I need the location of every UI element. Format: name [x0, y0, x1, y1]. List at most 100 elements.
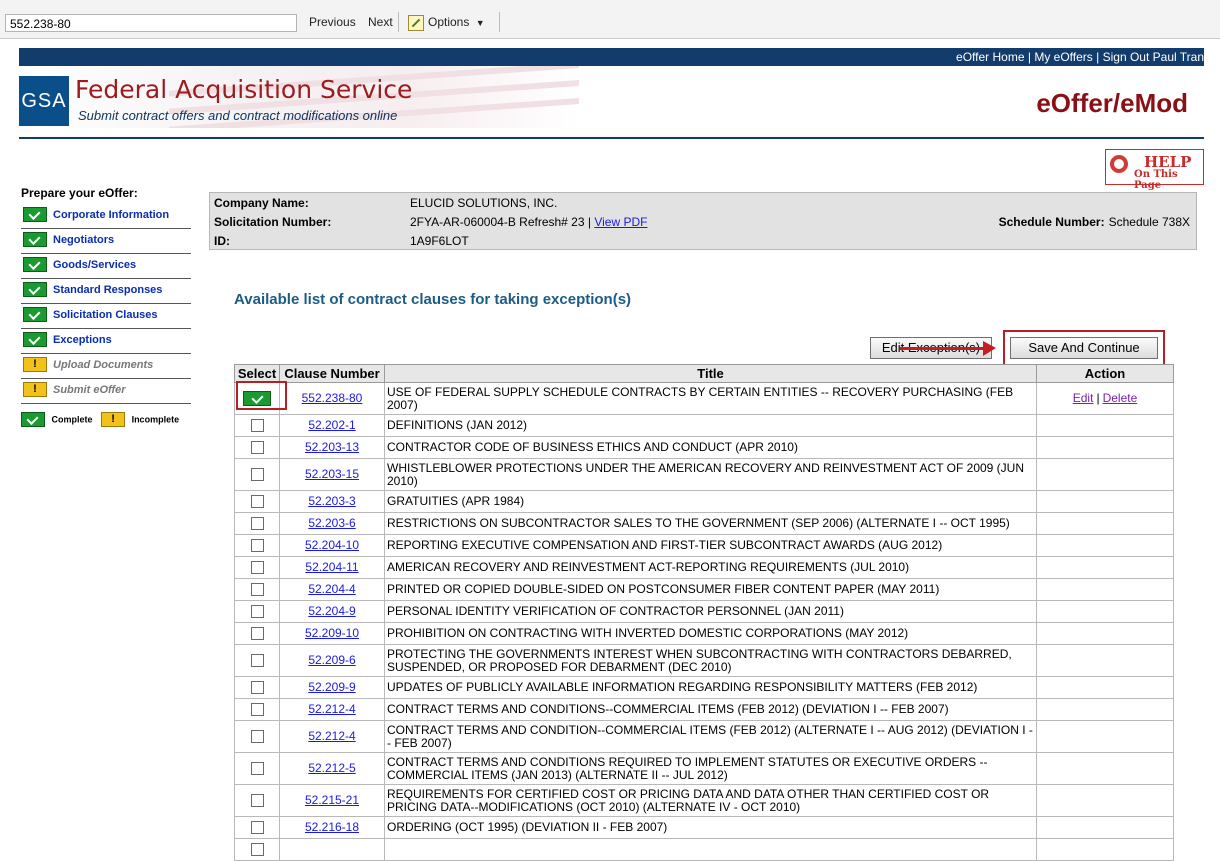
check-icon [23, 257, 47, 272]
my-eoffers-link[interactable]: My eOffers [1034, 50, 1092, 64]
clause-title: CONTRACT TERMS AND CONDITION--COMMERCIAL… [384, 720, 1037, 753]
checkbox[interactable] [250, 703, 264, 717]
gsa-logo: GSA [19, 76, 69, 126]
clause-number-link[interactable]: 52.203-6 [308, 516, 355, 530]
view-pdf-link[interactable]: View PDF [594, 215, 647, 229]
action-cell [1036, 534, 1174, 557]
checkbox[interactable] [250, 762, 264, 776]
clause-title: PERSONAL IDENTITY VERIFICATION OF CONTRA… [384, 600, 1037, 623]
select-cell [234, 698, 280, 721]
find-input[interactable]: 552.238-80 [5, 14, 297, 32]
clause-number-cell: 52.204-10 [279, 534, 385, 557]
clause-number-link[interactable]: 52.204-9 [308, 604, 355, 618]
action-cell [1036, 512, 1174, 535]
edit-link[interactable]: Edit [1073, 391, 1094, 405]
nav-item-solicitation-clauses[interactable]: Solicitation Clauses [21, 304, 191, 329]
checkbox[interactable] [250, 517, 264, 531]
clause-number-link[interactable]: 52.209-6 [308, 653, 355, 667]
find-toolbar: 552.238-80 Previous Next Options ▼ [0, 0, 1220, 39]
id-label: ID: [214, 234, 230, 248]
nav-item-negotiators[interactable]: Negotiators [21, 229, 191, 254]
clause-title: RESTRICTIONS ON SUBCONTRACTOR SALES TO T… [384, 512, 1037, 535]
checkbox[interactable] [250, 654, 264, 668]
checkbox[interactable] [250, 468, 264, 482]
checkbox[interactable] [250, 539, 264, 553]
nav-item-label: Standard Responses [53, 284, 163, 296]
eoffer-home-link[interactable]: eOffer Home [956, 50, 1024, 64]
clause-number-link[interactable]: 52.216-18 [305, 820, 359, 834]
app-brand: eOffer/eMod [1036, 88, 1188, 118]
table-row: 52.203-6 RESTRICTIONS ON SUBCONTRACTOR SA… [234, 512, 1174, 535]
nav-item-upload-documents[interactable]: ! Upload Documents [21, 354, 191, 379]
table-row: 52.212-4 CONTRACT TERMS AND CONDITION--CO… [234, 720, 1174, 753]
nav-item-corporate-information[interactable]: Corporate Information [21, 204, 191, 229]
checkbox[interactable] [250, 561, 264, 575]
nav-item-goods-services[interactable]: Goods/Services [21, 254, 191, 279]
checkbox[interactable] [250, 495, 264, 509]
checkbox[interactable] [250, 605, 264, 619]
clause-number-link[interactable]: 552.238-80 [302, 391, 363, 405]
checkbox-checked[interactable] [243, 391, 271, 406]
select-cell [234, 382, 280, 415]
id-value: 1A9F6LOT [410, 234, 469, 248]
sign-out-link[interactable]: Sign Out Paul Tran [1103, 50, 1204, 64]
select-cell [234, 512, 280, 535]
action-cell [1036, 752, 1174, 785]
select-cell [234, 458, 280, 491]
checkbox[interactable] [250, 419, 264, 433]
clause-number-link[interactable]: 52.204-4 [308, 582, 355, 596]
clause-number-link[interactable]: 52.215-21 [305, 793, 359, 807]
select-cell [234, 436, 280, 459]
checkbox[interactable] [250, 441, 264, 455]
clause-title: USE OF FEDERAL SUPPLY SCHEDULE CONTRACTS… [384, 382, 1037, 415]
nav-item-label: Exceptions [53, 334, 112, 346]
clause-number-link[interactable]: 52.212-4 [308, 729, 355, 743]
table-row: 52.212-4 CONTRACT TERMS AND CONDITIONS--C… [234, 698, 1174, 721]
action-cell [1036, 816, 1174, 839]
delete-link[interactable]: Delete [1103, 391, 1138, 405]
clause-number-link[interactable]: 52.212-5 [308, 761, 355, 775]
nav-item-label: Solicitation Clauses [53, 309, 158, 321]
find-previous-button[interactable]: Previous [309, 14, 356, 30]
clause-title: PROTECTING THE GOVERNMENTS INTEREST WHEN… [384, 644, 1037, 677]
clause-title: CONTRACT TERMS AND CONDITIONS REQUIRED T… [384, 752, 1037, 785]
table-row: 52.204-9 PERSONAL IDENTITY VERIFICATION O… [234, 600, 1174, 623]
check-icon [21, 412, 45, 427]
table-row: 52.204-10 REPORTING EXECUTIVE COMPENSATIO… [234, 534, 1174, 557]
clause-title: PRINTED OR COPIED DOUBLE-SIDED ON POSTCO… [384, 578, 1037, 601]
nav-item-exceptions[interactable]: Exceptions [21, 329, 191, 354]
checkbox[interactable] [250, 821, 264, 835]
nav-item-submit-eoffer[interactable]: ! Submit eOffer [21, 379, 191, 404]
clause-number-link[interactable]: 52.212-4 [308, 702, 355, 716]
checkbox[interactable] [250, 681, 264, 695]
nav-item-label: Goods/Services [53, 259, 137, 271]
clause-number-cell: 552.238-80 [279, 382, 385, 415]
nav-item-standard-responses[interactable]: Standard Responses [21, 279, 191, 304]
checkbox[interactable] [250, 627, 264, 641]
clause-number-cell: 52.212-5 [279, 752, 385, 785]
clause-title: GRATUITIES (APR 1984) [384, 490, 1037, 513]
clause-number-link[interactable]: 52.203-3 [308, 494, 355, 508]
clause-number-link[interactable]: 52.204-10 [305, 538, 359, 552]
clause-number-link[interactable]: 52.203-15 [305, 467, 359, 481]
clause-number-cell: 52.209-10 [279, 622, 385, 645]
clause-number-link[interactable]: 52.203-13 [305, 440, 359, 454]
checkbox[interactable] [250, 843, 264, 857]
action-cell [1036, 600, 1174, 623]
clause-number-link[interactable]: 52.202-1 [308, 418, 355, 432]
action-cell [1036, 578, 1174, 601]
find-options-label: Options [428, 15, 470, 29]
checkbox[interactable] [250, 794, 264, 808]
checkbox[interactable] [250, 730, 264, 744]
clause-number-link[interactable]: 52.209-9 [308, 680, 355, 694]
nav-heading: Prepare your eOffer: [21, 186, 138, 200]
find-options-button[interactable]: Options ▼ [408, 14, 485, 31]
find-next-button[interactable]: Next [368, 14, 393, 30]
company-info-panel: Company Name: ELUCID SOLUTIONS, INC. Sol… [209, 192, 1197, 250]
save-and-continue-button[interactable]: Save And Continue [1010, 337, 1158, 359]
clause-number-link[interactable]: 52.204-11 [305, 560, 358, 574]
top-nav-links: eOffer Home | My eOffers | Sign Out Paul… [956, 50, 1204, 64]
help-button[interactable]: HELP On This Page [1105, 149, 1204, 191]
clause-number-link[interactable]: 52.209-10 [305, 626, 359, 640]
checkbox[interactable] [250, 583, 264, 597]
